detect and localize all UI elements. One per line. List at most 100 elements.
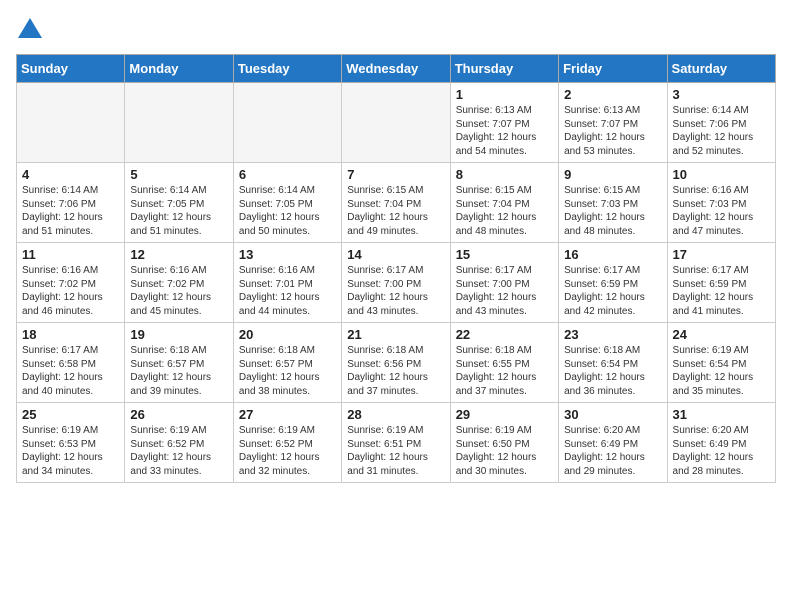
day-cell: 19 Sunrise: 6:18 AM Sunset: 6:57 PM Dayli… — [125, 323, 233, 403]
day-cell: 26 Sunrise: 6:19 AM Sunset: 6:52 PM Dayli… — [125, 403, 233, 483]
day-number: 4 — [22, 167, 119, 182]
day-number: 2 — [564, 87, 661, 102]
day-cell: 5 Sunrise: 6:14 AM Sunset: 7:05 PM Daylig… — [125, 163, 233, 243]
day-info: Sunrise: 6:15 AM Sunset: 7:03 PM Dayligh… — [564, 184, 661, 238]
day-number: 25 — [22, 407, 119, 422]
day-number: 8 — [456, 167, 553, 182]
day-cell: 17 Sunrise: 6:17 AM Sunset: 6:59 PM Dayli… — [667, 243, 775, 323]
day-cell: 2 Sunrise: 6:13 AM Sunset: 7:07 PM Daylig… — [559, 83, 667, 163]
day-number: 18 — [22, 327, 119, 342]
week-row-5: 25 Sunrise: 6:19 AM Sunset: 6:53 PM Dayli… — [17, 403, 776, 483]
day-cell: 10 Sunrise: 6:16 AM Sunset: 7:03 PM Dayli… — [667, 163, 775, 243]
day-number: 7 — [347, 167, 444, 182]
day-number: 9 — [564, 167, 661, 182]
day-cell: 23Sunrise: 6:18 AM Sunset: 6:54 PM Dayli… — [559, 323, 667, 403]
day-number: 12 — [130, 247, 227, 262]
logo-icon — [16, 16, 44, 44]
day-number: 24 — [673, 327, 770, 342]
day-cell: 6 Sunrise: 6:14 AM Sunset: 7:05 PM Daylig… — [233, 163, 341, 243]
day-info: Sunrise: 6:20 AM Sunset: 6:49 PM Dayligh… — [673, 424, 770, 478]
day-info: Sunrise: 6:16 AM Sunset: 7:03 PM Dayligh… — [673, 184, 770, 238]
day-number: 1 — [456, 87, 553, 102]
column-header-tuesday: Tuesday — [233, 55, 341, 83]
day-info: Sunrise: 6:16 AM Sunset: 7:02 PM Dayligh… — [22, 264, 119, 318]
logo — [16, 16, 48, 44]
day-cell: 30 Sunrise: 6:20 AM Sunset: 6:49 PM Dayli… — [559, 403, 667, 483]
day-cell: 4 Sunrise: 6:14 AM Sunset: 7:06 PM Daylig… — [17, 163, 125, 243]
day-number: 11 — [22, 247, 119, 262]
day-info: Sunrise: 6:20 AM Sunset: 6:49 PM Dayligh… — [564, 424, 661, 478]
day-number: 30 — [564, 407, 661, 422]
column-header-monday: Monday — [125, 55, 233, 83]
day-cell: 7 Sunrise: 6:15 AM Sunset: 7:04 PM Daylig… — [342, 163, 450, 243]
day-number: 17 — [673, 247, 770, 262]
day-cell: 28 Sunrise: 6:19 AM Sunset: 6:51 PM Dayli… — [342, 403, 450, 483]
day-cell — [17, 83, 125, 163]
day-cell: 20 Sunrise: 6:18 AM Sunset: 6:57 PM Dayli… — [233, 323, 341, 403]
day-number: 6 — [239, 167, 336, 182]
day-number: 28 — [347, 407, 444, 422]
day-info: Sunrise: 6:18 AM Sunset: 6:57 PM Dayligh… — [130, 344, 227, 398]
column-header-friday: Friday — [559, 55, 667, 83]
day-info: Sunrise: 6:18 AM Sunset: 6:54 PM Dayligh… — [564, 344, 661, 398]
day-cell: 12Sunrise: 6:16 AM Sunset: 7:02 PM Dayli… — [125, 243, 233, 323]
day-number: 3 — [673, 87, 770, 102]
day-info: Sunrise: 6:14 AM Sunset: 7:05 PM Dayligh… — [239, 184, 336, 238]
day-info: Sunrise: 6:19 AM Sunset: 6:54 PM Dayligh… — [673, 344, 770, 398]
day-cell — [125, 83, 233, 163]
day-info: Sunrise: 6:16 AM Sunset: 7:01 PM Dayligh… — [239, 264, 336, 318]
day-info: Sunrise: 6:14 AM Sunset: 7:05 PM Dayligh… — [130, 184, 227, 238]
day-cell: 27 Sunrise: 6:19 AM Sunset: 6:52 PM Dayli… — [233, 403, 341, 483]
column-header-saturday: Saturday — [667, 55, 775, 83]
week-row-3: 11 Sunrise: 6:16 AM Sunset: 7:02 PM Dayli… — [17, 243, 776, 323]
day-info: Sunrise: 6:15 AM Sunset: 7:04 PM Dayligh… — [347, 184, 444, 238]
day-number: 14 — [347, 247, 444, 262]
day-cell: 8Sunrise: 6:15 AM Sunset: 7:04 PM Daylig… — [450, 163, 558, 243]
day-info: Sunrise: 6:13 AM Sunset: 7:07 PM Dayligh… — [564, 104, 661, 158]
day-info: Sunrise: 6:19 AM Sunset: 6:52 PM Dayligh… — [239, 424, 336, 478]
day-cell: 25 Sunrise: 6:19 AM Sunset: 6:53 PM Dayli… — [17, 403, 125, 483]
week-row-4: 18 Sunrise: 6:17 AM Sunset: 6:58 PM Dayli… — [17, 323, 776, 403]
column-header-wednesday: Wednesday — [342, 55, 450, 83]
day-cell: 31 Sunrise: 6:20 AM Sunset: 6:49 PM Dayli… — [667, 403, 775, 483]
day-info: Sunrise: 6:18 AM Sunset: 6:56 PM Dayligh… — [347, 344, 444, 398]
column-header-sunday: Sunday — [17, 55, 125, 83]
day-number: 27 — [239, 407, 336, 422]
day-cell: 14 Sunrise: 6:17 AM Sunset: 7:00 PM Dayli… — [342, 243, 450, 323]
day-cell: 16 Sunrise: 6:17 AM Sunset: 6:59 PM Dayli… — [559, 243, 667, 323]
day-info: Sunrise: 6:19 AM Sunset: 6:51 PM Dayligh… — [347, 424, 444, 478]
day-number: 20 — [239, 327, 336, 342]
day-info: Sunrise: 6:19 AM Sunset: 6:52 PM Dayligh… — [130, 424, 227, 478]
day-info: Sunrise: 6:17 AM Sunset: 6:58 PM Dayligh… — [22, 344, 119, 398]
day-number: 22 — [456, 327, 553, 342]
day-number: 26 — [130, 407, 227, 422]
day-info: Sunrise: 6:14 AM Sunset: 7:06 PM Dayligh… — [673, 104, 770, 158]
day-info: Sunrise: 6:17 AM Sunset: 7:00 PM Dayligh… — [347, 264, 444, 318]
day-info: Sunrise: 6:17 AM Sunset: 7:00 PM Dayligh… — [456, 264, 553, 318]
calendar: SundayMondayTuesdayWednesdayThursdayFrid… — [16, 54, 776, 483]
day-cell — [233, 83, 341, 163]
week-row-1: 1 Sunrise: 6:13 AM Sunset: 7:07 PM Daylig… — [17, 83, 776, 163]
day-info: Sunrise: 6:17 AM Sunset: 6:59 PM Dayligh… — [673, 264, 770, 318]
page-header — [16, 16, 776, 44]
day-number: 31 — [673, 407, 770, 422]
day-cell: 3 Sunrise: 6:14 AM Sunset: 7:06 PM Daylig… — [667, 83, 775, 163]
day-info: Sunrise: 6:19 AM Sunset: 6:53 PM Dayligh… — [22, 424, 119, 478]
day-info: Sunrise: 6:14 AM Sunset: 7:06 PM Dayligh… — [22, 184, 119, 238]
header-row: SundayMondayTuesdayWednesdayThursdayFrid… — [17, 55, 776, 83]
day-number: 16 — [564, 247, 661, 262]
day-cell: 18 Sunrise: 6:17 AM Sunset: 6:58 PM Dayli… — [17, 323, 125, 403]
day-cell: 21 Sunrise: 6:18 AM Sunset: 6:56 PM Dayli… — [342, 323, 450, 403]
day-cell: 13Sunrise: 6:16 AM Sunset: 7:01 PM Dayli… — [233, 243, 341, 323]
day-number: 21 — [347, 327, 444, 342]
day-info: Sunrise: 6:17 AM Sunset: 6:59 PM Dayligh… — [564, 264, 661, 318]
day-number: 10 — [673, 167, 770, 182]
day-number: 19 — [130, 327, 227, 342]
day-cell: 1Sunrise: 6:13 AM Sunset: 7:07 PM Daylig… — [450, 83, 558, 163]
day-cell: 24 Sunrise: 6:19 AM Sunset: 6:54 PM Dayli… — [667, 323, 775, 403]
day-number: 5 — [130, 167, 227, 182]
day-info: Sunrise: 6:19 AM Sunset: 6:50 PM Dayligh… — [456, 424, 553, 478]
day-cell — [342, 83, 450, 163]
day-info: Sunrise: 6:18 AM Sunset: 6:57 PM Dayligh… — [239, 344, 336, 398]
day-number: 29 — [456, 407, 553, 422]
